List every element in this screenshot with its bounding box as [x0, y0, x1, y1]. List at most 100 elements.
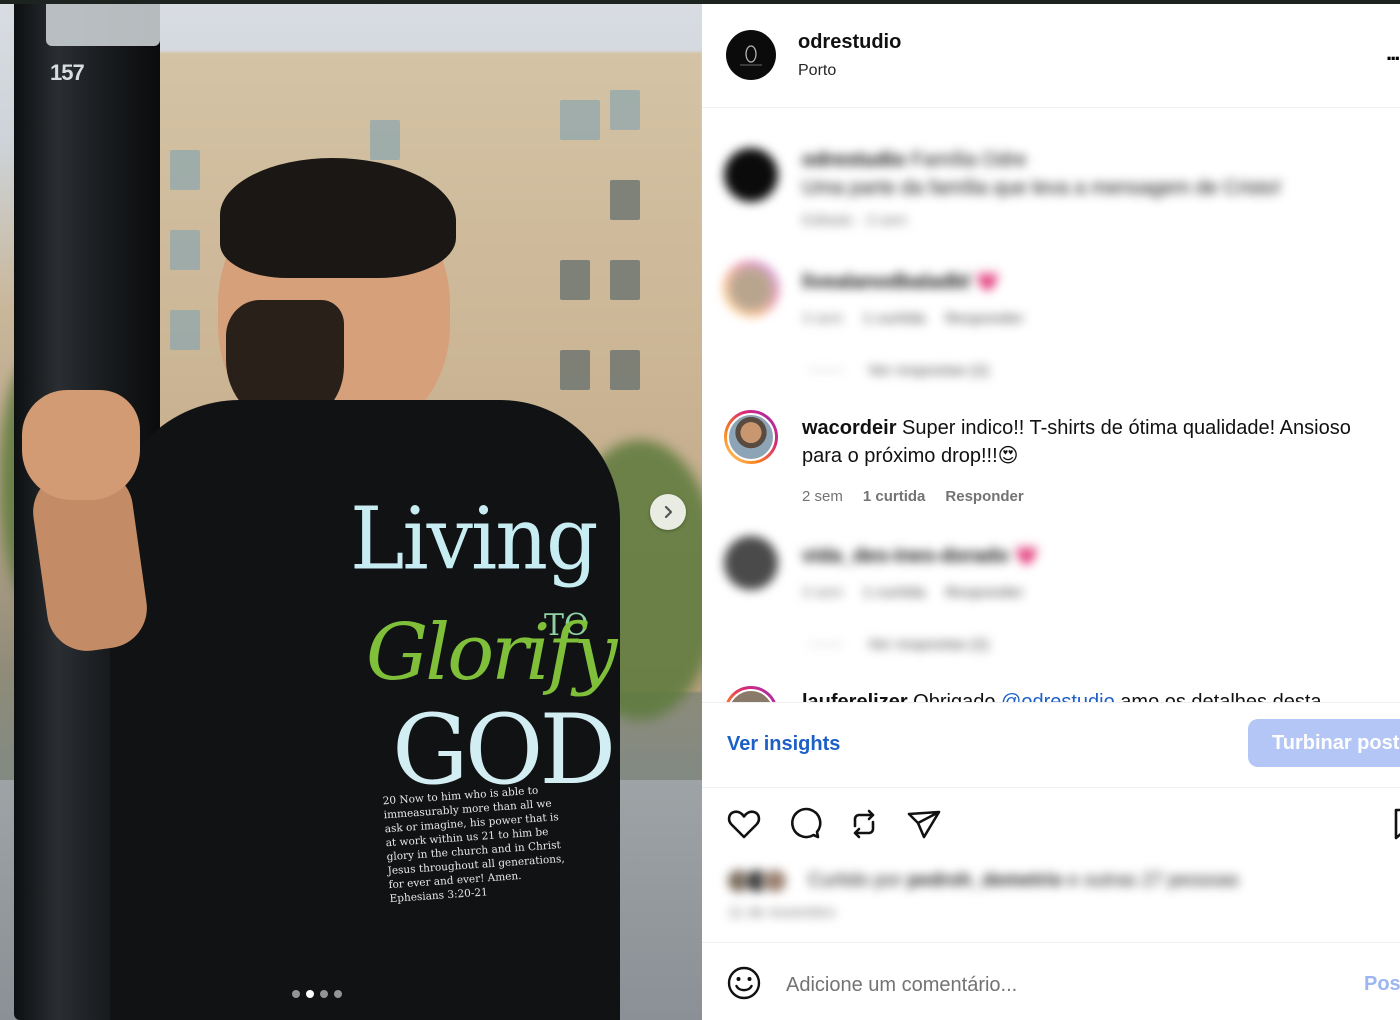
view-replies[interactable]: Ver respostas (1) — [808, 362, 989, 379]
smiley-icon — [727, 966, 761, 1000]
emoji-picker-button[interactable] — [726, 965, 762, 1001]
building-window — [610, 180, 640, 220]
commenter-avatar[interactable] — [724, 536, 778, 590]
post-comment-button[interactable]: Post — [1364, 973, 1400, 996]
comment-time: 3 sem — [802, 584, 843, 601]
person-hair — [220, 158, 456, 278]
comment-text: vida_des-ines-dorado 💗 — [802, 542, 1382, 570]
building-window — [170, 150, 200, 190]
reply-button[interactable]: Responder — [945, 310, 1023, 327]
repost-button[interactable] — [844, 804, 884, 844]
more-options-icon[interactable]: ... — [1386, 40, 1400, 66]
chevron-right-icon — [664, 505, 673, 519]
comment-text: lauferelizer Obrigado @odrestudio amo os… — [802, 688, 1382, 702]
comment-username[interactable]: lauferelizer — [802, 691, 908, 702]
post-actions — [702, 804, 1400, 854]
comment-button[interactable] — [784, 804, 824, 844]
view-insights-link[interactable]: Ver insights — [727, 733, 840, 756]
comment-text: livealanodbaladbl 💗 — [802, 268, 1382, 296]
carousel-dot — [292, 990, 300, 998]
save-button[interactable] — [1390, 804, 1400, 844]
comment-time: Editado · 3 sem — [802, 212, 908, 229]
person-hand — [22, 390, 140, 500]
carousel-dot — [334, 990, 342, 998]
comment-emoji: 💗 — [1014, 545, 1040, 567]
comment-username[interactable]: livealanodbaladbl — [802, 271, 970, 293]
comment-body: Família Odre — [910, 149, 1027, 171]
share-button[interactable] — [904, 804, 944, 844]
post-location[interactable]: Porto — [798, 62, 836, 80]
carousel-dot-active — [306, 990, 314, 998]
comment-time: 2 sem — [802, 488, 843, 505]
building-window — [610, 350, 640, 390]
comment-body-tail: amo os detalhes desta — [1120, 691, 1322, 702]
comments-list[interactable]: odrestudio Família Odre Uma parte da fam… — [702, 108, 1400, 702]
share-icon — [907, 810, 941, 839]
comment-likes[interactable]: 1 curtida — [863, 310, 926, 327]
replies-divider — [808, 644, 844, 645]
boost-post-button[interactable]: Turbinar post — [1248, 719, 1400, 767]
comment-username[interactable]: odrestudio — [802, 149, 905, 171]
building-window — [560, 100, 600, 140]
building-window — [610, 90, 640, 130]
profile-avatar[interactable] — [726, 30, 776, 80]
post-header: odrestudio Porto ... — [702, 4, 1400, 108]
shirt-print-verse: 20 Now to him who is able to immeasurabl… — [382, 784, 566, 906]
building-window — [370, 120, 400, 160]
comment-username[interactable]: wacordeir — [802, 417, 896, 439]
comment-text: wacordeir Super indico!! T-shirts de óti… — [802, 414, 1382, 470]
comment-body: Obrigado — [913, 691, 996, 702]
add-comment-bar: Post — [702, 942, 1400, 1020]
commenter-avatar[interactable] — [724, 148, 778, 202]
bookmark-icon — [1394, 808, 1400, 840]
building-window — [170, 310, 200, 350]
carousel-indicator — [292, 990, 342, 998]
shirt-print-living: Living — [350, 489, 599, 590]
likes-suffix[interactable]: e outras 27 pessoas — [1068, 870, 1239, 891]
comment-username[interactable]: vida_des-ines-dorado — [802, 545, 1009, 567]
comment-time: 3 sem — [802, 310, 843, 327]
commenter-avatar[interactable] — [724, 686, 778, 702]
comment-likes[interactable]: 1 curtida — [863, 488, 926, 505]
building-window — [560, 260, 590, 300]
comment-meta: 3 sem 1 curtida Responder — [802, 310, 1024, 327]
comment-mention[interactable]: @odrestudio — [1001, 691, 1115, 702]
comment-meta: Editado · 3 sem — [802, 212, 907, 229]
likes-text: Curtido por pedroh_demetrio e outras 27 … — [808, 870, 1239, 892]
comment-meta: 2 sem 1 curtida Responder — [802, 488, 1024, 505]
liker-username[interactable]: pedroh_demetrio — [907, 870, 1062, 891]
comment-icon — [791, 807, 822, 839]
building-window — [610, 260, 640, 300]
liker-avatar — [762, 868, 788, 894]
comment-input[interactable] — [786, 969, 1346, 1001]
building-window — [170, 230, 200, 270]
reply-button[interactable]: Responder — [945, 584, 1023, 601]
comment-likes[interactable]: 1 curtida — [863, 584, 926, 601]
top-strip — [0, 0, 1400, 4]
liker-avatars — [726, 868, 806, 894]
commenter-avatar[interactable] — [724, 262, 778, 316]
building-window — [560, 350, 590, 390]
next-image-button[interactable] — [650, 494, 686, 530]
brand-logo-icon — [740, 45, 762, 66]
profile-username[interactable]: odrestudio — [798, 31, 901, 54]
commenter-avatar[interactable] — [724, 410, 778, 464]
comment-text: odrestudio Família Odre Uma parte da fam… — [802, 146, 1382, 202]
view-replies[interactable]: Ver respostas (1) — [808, 636, 989, 653]
like-button[interactable] — [724, 804, 764, 844]
post-side-panel: odrestudio Porto ... odrestudio Família … — [702, 4, 1400, 1020]
comment-emoji: 😍 — [997, 445, 1019, 467]
view-replies-label[interactable]: Ver respostas (1) — [868, 362, 989, 379]
carousel-dot — [320, 990, 328, 998]
likes-summary[interactable]: Curtido por pedroh_demetrio e outras 27 … — [726, 866, 1386, 896]
pole-number: 157 — [50, 60, 85, 85]
comment-body-2: Uma parte da família que leva a mensagem… — [802, 177, 1282, 199]
comment-meta: 3 sem 1 curtida Responder — [802, 584, 1024, 601]
comment-emoji: 💗 — [975, 271, 1001, 293]
heart-icon — [727, 810, 761, 839]
likes-prefix: Curtido por — [808, 870, 902, 891]
reply-button[interactable]: Responder — [945, 488, 1023, 505]
post-photo[interactable]: 157 Living TO Glorify GOD 20 Now to him … — [0, 0, 702, 1020]
view-replies-label[interactable]: Ver respostas (1) — [868, 636, 989, 653]
repost-icon — [853, 809, 875, 839]
